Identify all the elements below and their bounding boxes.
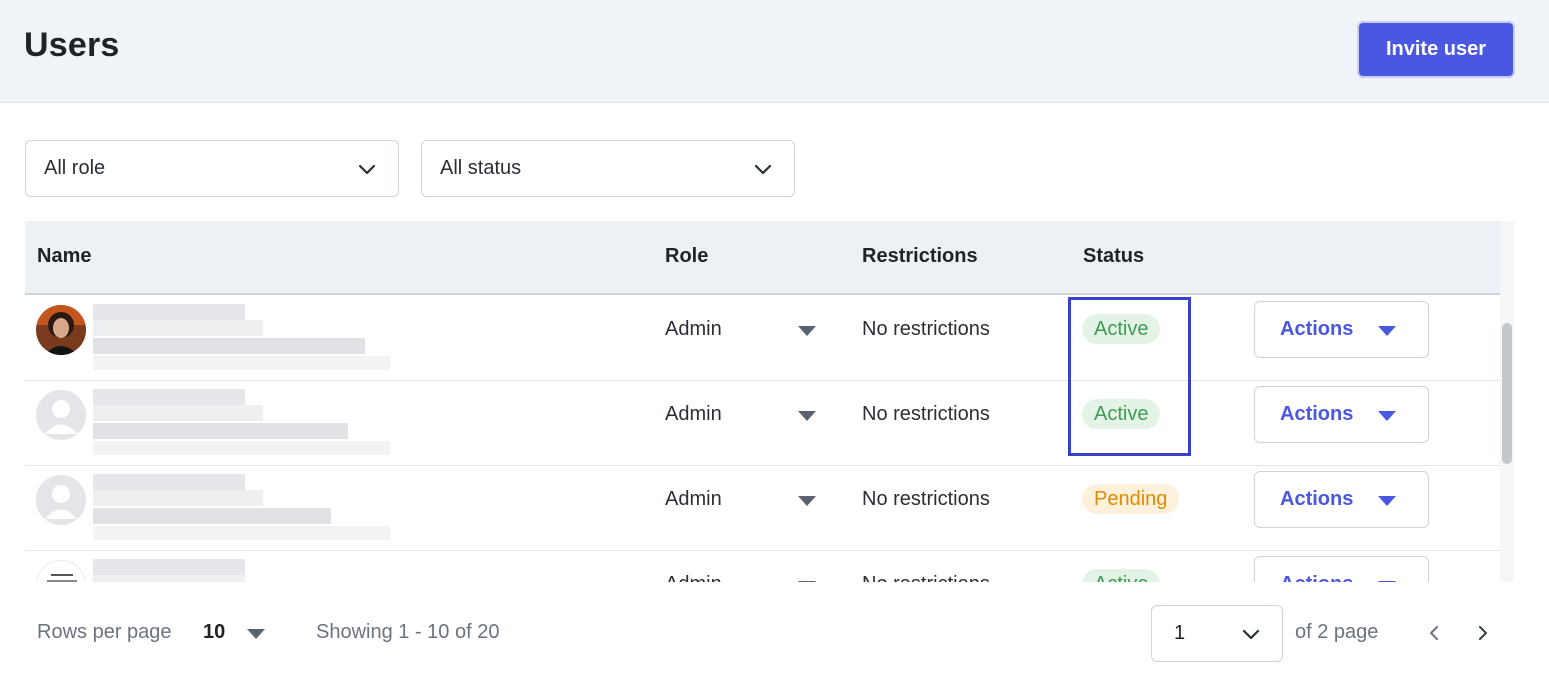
column-header-restrictions[interactable]: Restrictions xyxy=(862,245,978,268)
next-page-button[interactable] xyxy=(1469,620,1495,646)
redacted-user-info xyxy=(93,472,390,542)
page-number-select[interactable]: 1 xyxy=(1151,605,1283,662)
avatar xyxy=(36,305,86,355)
status-filter-select[interactable]: All status xyxy=(421,140,795,197)
logo-avatar-icon xyxy=(37,561,85,582)
actions-button[interactable]: Actions xyxy=(1254,301,1429,358)
table-row[interactable]: Admin No restrictions Active Actions xyxy=(25,296,1500,381)
page-title: Users xyxy=(24,26,120,64)
avatar xyxy=(36,475,86,525)
table-scrollbar-thumb[interactable] xyxy=(1502,323,1512,464)
actions-label: Actions xyxy=(1280,403,1354,425)
status-badge: Pending xyxy=(1082,484,1180,514)
chevron-down-icon xyxy=(358,164,376,174)
actions-label: Actions xyxy=(1280,318,1354,340)
chevron-down-icon xyxy=(1242,629,1260,639)
column-header-status[interactable]: Status xyxy=(1083,245,1144,268)
rows-per-page-label: Rows per page xyxy=(37,621,172,643)
chevron-down-icon xyxy=(754,164,772,174)
status-badge: Active xyxy=(1082,569,1161,582)
role-value: Admin xyxy=(665,573,722,582)
actions-button[interactable]: Actions xyxy=(1254,556,1429,582)
restrictions-value: No restrictions xyxy=(862,403,990,425)
redacted-user-info xyxy=(93,302,390,372)
caret-down-icon[interactable] xyxy=(798,326,816,336)
table-header: Name Role Restrictions Status xyxy=(25,221,1500,295)
role-value: Admin xyxy=(665,488,722,510)
actions-label: Actions xyxy=(1280,488,1354,510)
actions-button[interactable]: Actions xyxy=(1254,471,1429,528)
caret-down-icon xyxy=(1378,581,1396,582)
status-badge: Active xyxy=(1082,314,1161,344)
table-row[interactable]: Admin No restrictions Active Actions xyxy=(25,551,1500,582)
avatar xyxy=(36,560,86,582)
rows-per-page-value[interactable]: 10 xyxy=(203,621,225,644)
users-table: Name Role Restrictions Status Admin No r… xyxy=(25,221,1514,582)
total-pages-text: of 2 page xyxy=(1295,621,1379,643)
caret-down-icon xyxy=(1378,326,1396,336)
page-header: Users Invite user xyxy=(0,0,1549,103)
user-photo-icon xyxy=(36,305,86,355)
table-row[interactable]: Admin No restrictions Active Actions xyxy=(25,381,1500,466)
status-filter-value: All status xyxy=(440,157,522,179)
caret-down-icon xyxy=(1378,411,1396,421)
column-header-role[interactable]: Role xyxy=(665,245,708,268)
table-row[interactable]: Admin No restrictions Pending Actions xyxy=(25,466,1500,551)
invite-user-button[interactable]: Invite user xyxy=(1357,21,1515,78)
redacted-user-info xyxy=(93,557,390,582)
role-value: Admin xyxy=(665,318,722,340)
default-avatar-icon xyxy=(36,390,86,440)
showing-range-text: Showing 1 - 10 of 20 xyxy=(316,621,500,643)
role-filter-select[interactable]: All role xyxy=(25,140,399,197)
caret-down-icon[interactable] xyxy=(247,629,265,639)
chevron-right-icon xyxy=(1479,626,1487,640)
redacted-user-info xyxy=(93,387,390,457)
caret-down-icon[interactable] xyxy=(798,581,816,582)
column-header-name[interactable]: Name xyxy=(37,245,91,268)
restrictions-value: No restrictions xyxy=(862,318,990,340)
actions-label: Actions xyxy=(1280,573,1353,582)
caret-down-icon[interactable] xyxy=(798,496,816,506)
role-value: Admin xyxy=(665,403,722,425)
chevron-left-icon xyxy=(1430,626,1438,640)
restrictions-value: No restrictions xyxy=(862,488,990,510)
avatar xyxy=(36,390,86,440)
previous-page-button[interactable] xyxy=(1422,620,1448,646)
caret-down-icon xyxy=(1378,496,1396,506)
role-filter-value: All role xyxy=(44,157,106,179)
current-page-value: 1 xyxy=(1174,622,1186,644)
restrictions-value: No restrictions xyxy=(862,573,990,582)
caret-down-icon[interactable] xyxy=(798,411,816,421)
status-badge: Active xyxy=(1082,399,1161,429)
default-avatar-icon xyxy=(36,475,86,525)
actions-button[interactable]: Actions xyxy=(1254,386,1429,443)
